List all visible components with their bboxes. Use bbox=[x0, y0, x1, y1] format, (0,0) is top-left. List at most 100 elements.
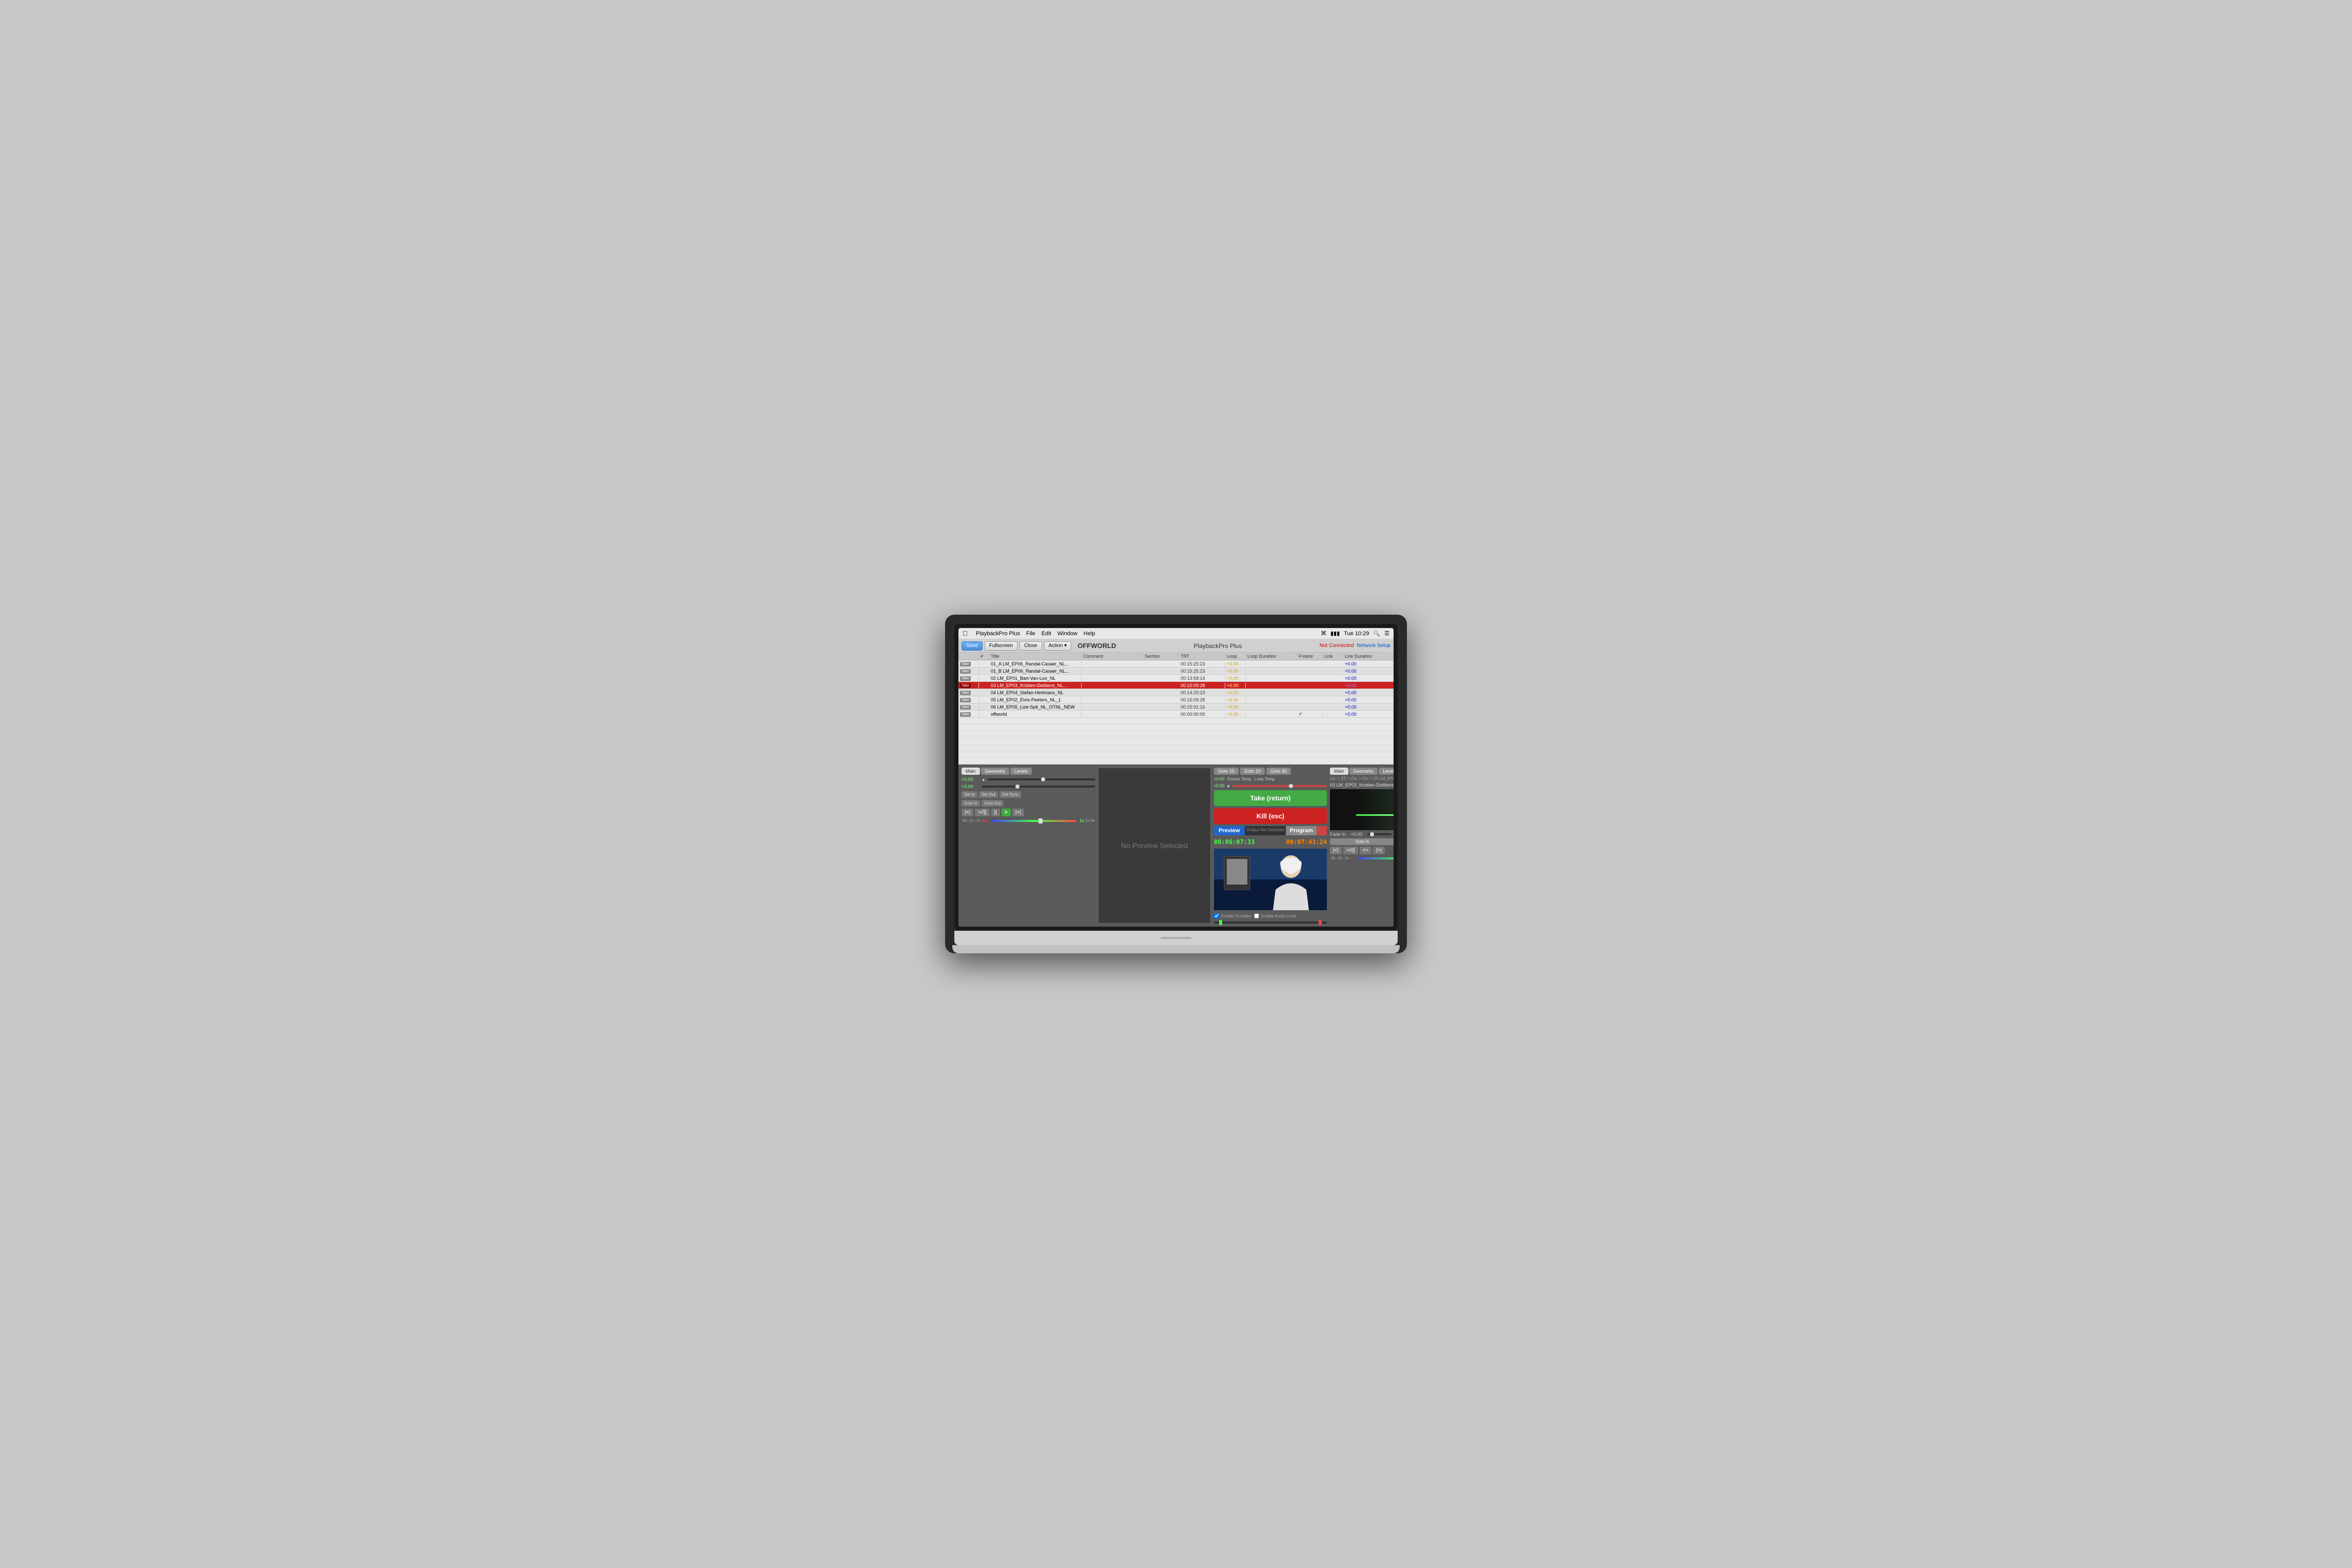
set-in-button[interactable]: Set In bbox=[962, 791, 977, 798]
take-button[interactable]: Take bbox=[960, 669, 971, 674]
fullscreen-button[interactable]: Fullscreen bbox=[985, 641, 1017, 651]
laptop-base bbox=[952, 945, 1400, 953]
program-video-inner bbox=[1214, 849, 1327, 910]
take-button[interactable]: Take bbox=[960, 662, 971, 667]
enable-scrubber-label: Enable Scrubber bbox=[1221, 914, 1252, 918]
take-button[interactable]: Take bbox=[960, 712, 971, 717]
laptop:  PlaybackPro Plus File Edit Window Help… bbox=[945, 615, 1407, 953]
col-loop: Loop bbox=[1225, 653, 1246, 659]
time-display: Tue 10:29 bbox=[1344, 631, 1369, 637]
goto-out-button[interactable]: Goto Out bbox=[982, 800, 1003, 807]
tab-main-right[interactable]: Main bbox=[1330, 768, 1348, 775]
screen-bezel:  PlaybackPro Plus File Edit Window Help… bbox=[954, 624, 1398, 931]
table-row[interactable]: Take 05 LM_EP02_Elvis-Peeters_NL_1 00:15… bbox=[958, 696, 1394, 703]
search-icon[interactable]: 🔍 bbox=[1373, 630, 1380, 637]
col-freeze: Freeze bbox=[1297, 653, 1323, 659]
speed-8x: 8x bbox=[1091, 818, 1095, 823]
timecodes-row: 00:06:07:33 00:07:43:24 bbox=[1214, 837, 1327, 847]
tab-main-left[interactable]: Main bbox=[962, 768, 980, 775]
tab-levels-left[interactable]: Levels bbox=[1010, 768, 1032, 775]
take-button[interactable]: Take bbox=[960, 691, 971, 695]
window-menu[interactable]: Window bbox=[1057, 631, 1077, 637]
playlist: Take 01_A LM_EP06_Randal-Casaer_NL... 00… bbox=[958, 660, 1394, 765]
set-out-button[interactable]: Set Out bbox=[979, 791, 998, 798]
right-preview-img bbox=[1330, 789, 1394, 830]
right-fr-rev-button[interactable]: <> bbox=[1360, 847, 1372, 854]
fade-row: Fade In +0.00 Fade Out +0.00 bbox=[1330, 832, 1394, 837]
help-menu[interactable]: Help bbox=[1084, 631, 1095, 637]
battery-icon: ▮▮▮ bbox=[1330, 630, 1340, 637]
enable-audio-level-checkbox[interactable] bbox=[1254, 913, 1259, 918]
play-loop-button[interactable]: >//|| bbox=[975, 809, 990, 816]
table-row[interactable]: Take 01_B LM_EP06_Randal-Casaer_NL... 00… bbox=[958, 668, 1394, 675]
enable-audio-label: Enable Audio Level bbox=[1261, 914, 1297, 918]
app-menu[interactable]: PlaybackPro Plus bbox=[976, 631, 1020, 637]
save-button[interactable]: Save bbox=[962, 641, 983, 651]
col-title: Title bbox=[989, 653, 1082, 659]
close-button[interactable]: Close bbox=[1020, 641, 1042, 651]
go-end-button[interactable]: |>| bbox=[1012, 809, 1024, 816]
set-sync-button[interactable]: Set Sync bbox=[999, 791, 1021, 798]
fade-in-slider[interactable] bbox=[1367, 833, 1391, 835]
right-go-end-button[interactable]: |>| bbox=[1373, 847, 1385, 854]
slider2-track[interactable] bbox=[982, 786, 1095, 788]
goto20-button[interactable]: Goto 20 bbox=[1240, 768, 1265, 775]
action-button[interactable]: Action ▾ bbox=[1044, 641, 1072, 651]
table-row-active[interactable]: Take 03 LM_EP03_Kristien-Dieltiens_NL...… bbox=[958, 682, 1394, 689]
take-button[interactable]: Take bbox=[960, 698, 971, 702]
connection-status: Not Connected bbox=[1320, 643, 1354, 649]
goto30-button[interactable]: Goto 30 bbox=[1266, 768, 1291, 775]
pause-button[interactable]: || bbox=[991, 809, 1000, 816]
table-row[interactable]: Take 04 LM_EP04_Stefan-Hertmans_NL 00:14… bbox=[958, 689, 1394, 696]
network-setup-link[interactable]: Network Setup bbox=[1357, 643, 1390, 649]
freeze-loop-row: +0.00 Freeze Temp Loop Temp bbox=[1214, 777, 1327, 781]
slider-arrow-icon: ▲ bbox=[1226, 783, 1230, 788]
right-play-loop-button[interactable]: >//|| bbox=[1343, 847, 1358, 854]
file-menu[interactable]: File bbox=[1026, 631, 1035, 637]
top-slider-val: +0.50 bbox=[1214, 783, 1224, 788]
goto-in-button[interactable]: Goto In bbox=[962, 800, 980, 807]
col-num: # bbox=[979, 653, 989, 659]
play-button[interactable]: > bbox=[1002, 809, 1011, 816]
table-row[interactable]: Take 02 LM_EP01_Bart-Van-Loo_NL 00:13:58… bbox=[958, 675, 1394, 682]
slider1-value: +0.00 bbox=[962, 777, 979, 782]
app-title: PlaybackPro Plus bbox=[1193, 642, 1242, 650]
take-button[interactable]: Take bbox=[960, 705, 971, 710]
program-timecode: 00:07:43:24 bbox=[1286, 838, 1327, 846]
wifi-icon: ⌘ bbox=[1321, 630, 1326, 637]
take-button[interactable]: Take bbox=[960, 676, 971, 681]
scrubber-track[interactable] bbox=[1214, 922, 1327, 924]
tab-geometry-right[interactable]: Geometry bbox=[1349, 768, 1378, 775]
top-slider-center: +0.50 ▲ bbox=[1214, 783, 1327, 788]
kill-button[interactable]: Kill (esc) bbox=[1214, 808, 1327, 824]
edit-menu[interactable]: Edit bbox=[1042, 631, 1051, 637]
link-temp-val: +0.00 bbox=[1214, 777, 1224, 781]
preview-timecode: 00:06:07:33 bbox=[1214, 838, 1255, 846]
center-slider-track[interactable] bbox=[1232, 785, 1327, 787]
screen:  PlaybackPro Plus File Edit Window Help… bbox=[958, 628, 1394, 927]
go-start-button[interactable]: |<| bbox=[962, 809, 973, 816]
tab-levels-right[interactable]: Levels bbox=[1379, 768, 1394, 775]
slider1-track[interactable] bbox=[988, 778, 1095, 780]
speed-slider[interactable] bbox=[992, 820, 1076, 822]
slider1-icon: ▲ bbox=[982, 777, 986, 782]
speed-1x: 1x bbox=[1080, 818, 1084, 823]
program-active-indicator bbox=[1317, 826, 1327, 835]
right-go-start-button[interactable]: |<| bbox=[1330, 847, 1342, 854]
right-goto-in-button[interactable]: Goto In bbox=[1330, 838, 1394, 845]
file-path: Us: > ST: > De: > On: > 03 LM_EP03_Krist… bbox=[1330, 776, 1394, 781]
table-row[interactable]: Take offworld 00:00:00:00 +0.00 ✓ +0.00 bbox=[958, 711, 1394, 718]
menu-icon[interactable]: ☰ bbox=[1384, 630, 1389, 637]
toolbar: Save Fullscreen Close Action ▾ OFFWORLD … bbox=[958, 639, 1394, 653]
right-speed-slider[interactable] bbox=[1358, 857, 1394, 859]
speed-minus2x: -2x bbox=[968, 818, 974, 823]
scrubber-row: Enable Scrubber Enable Audio Level bbox=[1214, 912, 1327, 918]
tab-geometry-left[interactable]: Geometry bbox=[981, 768, 1010, 775]
take-button[interactable]: Take bbox=[960, 683, 971, 688]
take-return-button[interactable]: Take (return) bbox=[1214, 790, 1327, 806]
speed-row-right: -8x -2x -1x <> 1x 2x 8x bbox=[1330, 856, 1394, 860]
table-row[interactable]: Take 01_A LM_EP06_Randal-Casaer_NL... 00… bbox=[958, 660, 1394, 668]
table-row[interactable]: Take 06 LM_EP05_Lize-Spit_NL_OTNL_NEW 00… bbox=[958, 703, 1394, 711]
goto10-button[interactable]: Goto 10 bbox=[1214, 768, 1239, 775]
enable-scrubber-checkbox[interactable] bbox=[1214, 913, 1219, 918]
